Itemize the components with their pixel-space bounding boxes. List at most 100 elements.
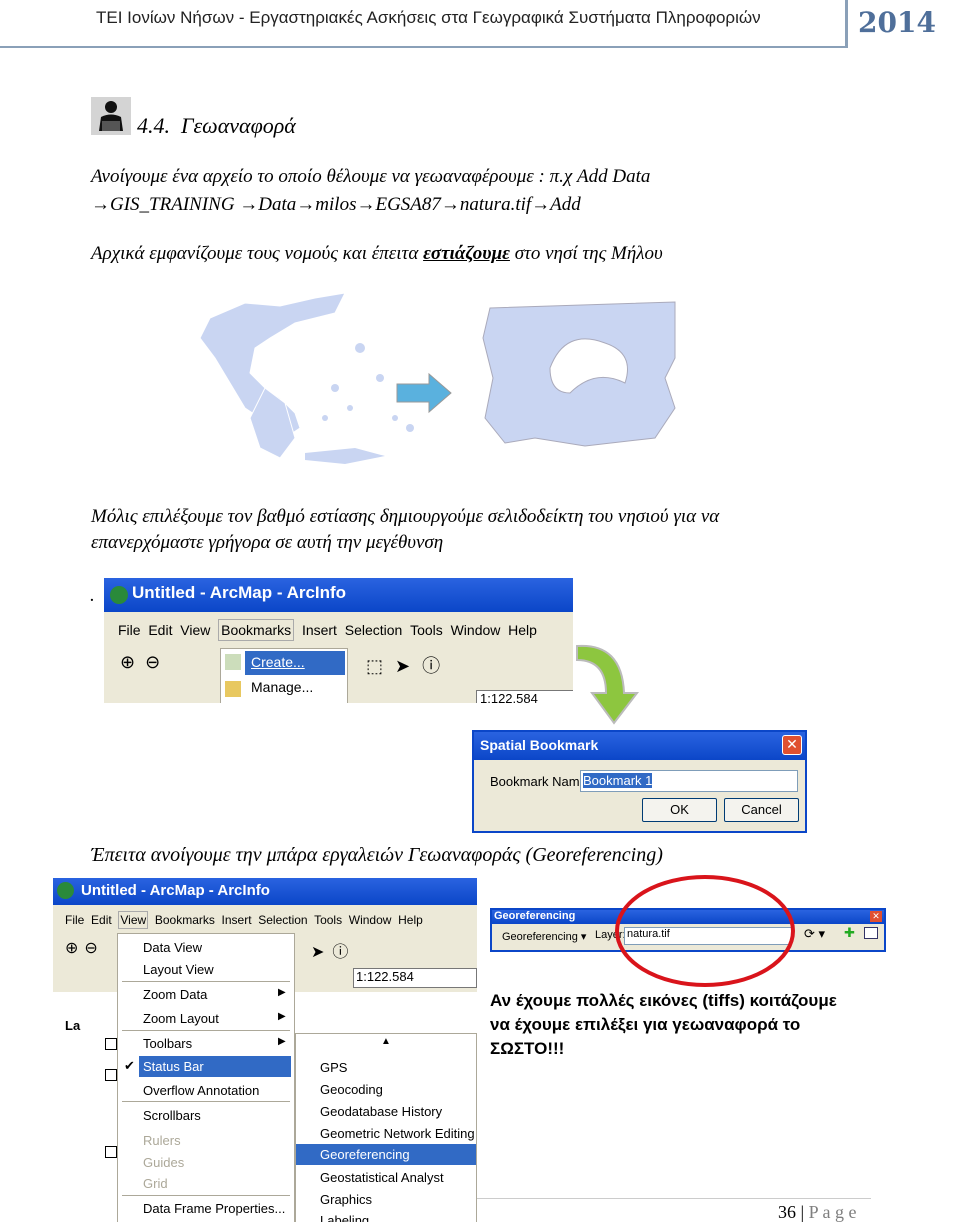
menu-insert[interactable]: Insert: [302, 622, 337, 638]
menu-bookmarks[interactable]: Bookmarks: [155, 913, 215, 927]
toolbar-graphics[interactable]: Graphics: [320, 1192, 372, 1207]
bookmarks-dropdown: Create... Manage...: [220, 648, 348, 703]
scale-input[interactable]: 1:122.584: [353, 968, 477, 988]
view-guides: Guides: [143, 1155, 185, 1170]
view-overflow-annotation[interactable]: Overflow Annotation: [143, 1083, 259, 1098]
paragraph-1-line-1: Ανοίγουμε ένα αρχείο το οποίο θέλουμε να…: [91, 166, 651, 187]
toolbar-geodatabase-history[interactable]: Geodatabase History: [320, 1104, 442, 1119]
menu-help[interactable]: Help: [508, 622, 537, 638]
page-label: P a g e: [808, 1202, 857, 1222]
select-identify-tools[interactable]: ⬚➤ⓘ: [366, 652, 452, 678]
select-identify-tools[interactable]: ➤ⓘ: [311, 938, 356, 962]
menu-file[interactable]: File: [118, 622, 141, 638]
note-line-3: ΣΩΣΤΟ!!!: [490, 1039, 565, 1058]
arcmap-screenshot-bookmarks: Untitled - ArcMap - ArcInfo File Edit Vi…: [104, 578, 573, 703]
view-zoom-layout[interactable]: Zoom Layout: [143, 1011, 219, 1026]
person-at-computer-icon: [91, 97, 131, 135]
toolbar-geometric-network-editing[interactable]: Geometric Network Editing: [320, 1126, 475, 1141]
close-icon[interactable]: ✕: [782, 735, 802, 755]
bookmark-name-label: Bookmark Name:: [490, 774, 591, 789]
section-number: 4.4.: [137, 113, 170, 138]
dialog-title: Spatial Bookmark: [474, 732, 805, 760]
submenu-arrow-icon: ▶: [278, 987, 286, 998]
submenu-arrow-icon: ▶: [278, 1036, 286, 1047]
red-circle-highlight: [615, 875, 795, 987]
menu-selection[interactable]: Selection: [345, 622, 403, 638]
menu-bookmarks[interactable]: Bookmarks: [218, 619, 295, 641]
greece-map: [199, 292, 414, 464]
view-zoom-data[interactable]: Zoom Data: [143, 987, 207, 1002]
bookmarks-manage[interactable]: Manage...: [251, 679, 313, 695]
rotate-tool-icon[interactable]: ⟳ ▾: [804, 926, 825, 942]
ok-button[interactable]: OK: [642, 798, 717, 822]
view-rulers: Rulers: [143, 1133, 181, 1148]
toolbar-geostatistical-analyst[interactable]: Geostatistical Analyst: [320, 1170, 444, 1185]
toolbar-georeferencing[interactable]: Georeferencing: [296, 1144, 476, 1165]
layer-checkbox[interactable]: [105, 1146, 117, 1158]
spatial-bookmark-dialog: Spatial Bookmark ✕ Bookmark Name: Bookma…: [472, 730, 807, 833]
georeferencing-menu[interactable]: Georeferencing ▾: [502, 930, 586, 943]
footer-separator: |: [796, 1202, 809, 1222]
menu-tools[interactable]: Tools: [410, 622, 443, 638]
close-icon[interactable]: ✕: [870, 911, 882, 922]
layer-checkbox[interactable]: [105, 1069, 117, 1081]
menu-tools[interactable]: Tools: [314, 913, 342, 927]
toolbar-labeling[interactable]: Labeling: [320, 1213, 369, 1222]
submenu-arrow-icon: ▶: [278, 1011, 286, 1022]
note-line-2: να έχουμε επιλέξει για γεωαναφορά το: [490, 1015, 801, 1034]
toolbar-gps[interactable]: GPS: [320, 1060, 347, 1075]
paragraph-3-line-2: επανερχόμαστε γρήγορα σε αυτή την μεγέθυ…: [91, 532, 444, 553]
menu-bar: File Edit View Bookmarks Insert Selectio…: [118, 619, 537, 641]
menu-bar: File Edit View Bookmarks Insert Selectio…: [65, 911, 423, 929]
menu-view[interactable]: View: [118, 911, 149, 929]
footer-divider: [477, 1198, 871, 1199]
check-icon: ✔: [124, 1058, 135, 1073]
menu-file[interactable]: File: [65, 913, 84, 927]
toolbar-geocoding[interactable]: Geocoding: [320, 1082, 383, 1097]
view-scrollbars[interactable]: Scrollbars: [143, 1108, 201, 1123]
link-table-icon[interactable]: [864, 927, 878, 939]
view-data-view[interactable]: Data View: [143, 940, 202, 955]
cancel-button[interactable]: Cancel: [724, 798, 799, 822]
georeferencing-menu-label: Georeferencing: [502, 931, 578, 943]
menu-insert[interactable]: Insert: [222, 913, 252, 927]
view-menu: Data View Layout View Zoom Data Zoom Lay…: [117, 933, 295, 1222]
arcmap-screenshot-view-menu: Untitled - ArcMap - ArcInfo File Edit Vi…: [53, 878, 477, 1222]
scale-input[interactable]: 1:122.584: [476, 690, 573, 703]
add-control-points-icon[interactable]: ✚: [844, 925, 855, 941]
menu-window[interactable]: Window: [349, 913, 392, 927]
layer-checkbox[interactable]: [105, 1038, 117, 1050]
right-arrow-icon: [396, 372, 452, 414]
scroll-up-icon[interactable]: ▲: [381, 1036, 391, 1047]
view-toolbars[interactable]: Toolbars: [143, 1036, 192, 1051]
view-grid: Grid: [143, 1176, 168, 1191]
section-heading: 4.4. Γεωαναφορά: [137, 113, 296, 139]
manage-bookmarks-icon: [225, 681, 241, 697]
view-status-bar[interactable]: Status Bar: [139, 1056, 291, 1077]
menu-help[interactable]: Help: [398, 913, 423, 927]
window-title: Untitled - ArcMap - ArcInfo: [104, 578, 573, 612]
zoom-tools[interactable]: ⊕⊖: [65, 938, 104, 958]
section-title: Γεωαναφορά: [181, 113, 296, 138]
curved-down-arrow-icon: [576, 644, 640, 725]
bookmark-name-value: Bookmark 1: [583, 773, 653, 788]
menu-window[interactable]: Window: [451, 622, 501, 638]
p2-emphasis: εστιάζουμε: [423, 243, 510, 264]
menu-view[interactable]: View: [180, 622, 210, 638]
menu-edit[interactable]: Edit: [148, 622, 172, 638]
view-layout-view[interactable]: Layout View: [143, 962, 214, 977]
view-data-frame-properties[interactable]: Data Frame Properties...: [143, 1201, 285, 1216]
page-number: 36: [778, 1202, 796, 1222]
zoom-tools[interactable]: ⊕⊖: [120, 652, 170, 673]
header-divider: [0, 46, 845, 48]
header-title: ΤΕΙ Ιονίων Νήσων - Εργαστηριακές Ασκήσει…: [96, 8, 761, 27]
menu-selection[interactable]: Selection: [258, 913, 307, 927]
menu-edit[interactable]: Edit: [91, 913, 112, 927]
bookmarks-create[interactable]: Create...: [245, 651, 345, 675]
milos-map: [482, 301, 676, 447]
arcmap-globe-icon: [110, 586, 128, 604]
create-bookmark-icon: [225, 654, 241, 670]
bookmark-name-input[interactable]: Bookmark 1: [580, 770, 798, 792]
stray-dot: .: [90, 585, 95, 606]
window-title: Untitled - ArcMap - ArcInfo: [53, 878, 477, 905]
